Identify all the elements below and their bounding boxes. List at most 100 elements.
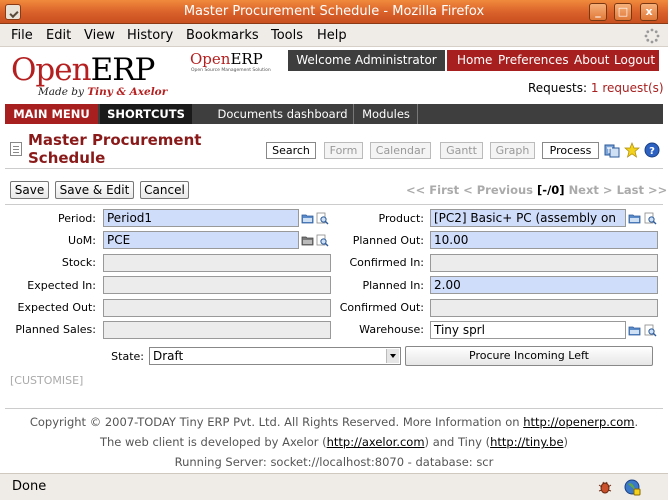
state-value: Draft xyxy=(153,349,184,363)
page-title: Master Procurement Schedule xyxy=(28,131,202,167)
requests-indicator: Requests: 1 request(s) xyxy=(528,81,664,95)
chevron-down-icon[interactable] xyxy=(386,349,399,363)
main-navbar: MAIN MENU SHORTCUTS Documents dashboard … xyxy=(5,104,663,124)
footer-server-info: Running Server: socket://localhost:8070 … xyxy=(174,455,494,469)
browser-window: Master Procurement Schedule - Mozilla Fi… xyxy=(0,0,668,500)
product-open-folder-icon[interactable] xyxy=(628,212,641,225)
company-logo-subtitle: Open Source Management Solution xyxy=(191,68,271,73)
view-calendar-button[interactable]: Calendar xyxy=(370,142,431,159)
view-gantt-button[interactable]: Gantt xyxy=(440,142,483,159)
footer-developed-by: The web client is developed by Axelor (h… xyxy=(0,435,668,449)
made-by-prefix: Made by xyxy=(38,86,84,98)
logo-erp-text: ERP xyxy=(90,52,156,88)
product-field[interactable]: [PC2] Basic+ PC (assembly on xyxy=(430,209,626,227)
loading-throbber-icon xyxy=(644,28,660,44)
menu-bookmarks[interactable]: Bookmarks xyxy=(186,28,259,43)
company-logo: OpenERP xyxy=(190,50,263,68)
company-logo-erp: ERP xyxy=(230,50,263,68)
menu-view[interactable]: View xyxy=(84,28,115,43)
confirmed-out-label: Confirmed Out: xyxy=(339,301,424,314)
browser-menubar: File Edit View History Bookmarks Tools H… xyxy=(0,24,668,47)
save-button[interactable]: Save xyxy=(10,181,49,199)
developed-suffix: ) xyxy=(563,435,569,449)
nav-logout-link[interactable]: Logout xyxy=(614,50,655,70)
planned-in-field[interactable]: 2.00 xyxy=(430,276,658,294)
nav-preferences-link[interactable]: Preferences xyxy=(498,50,569,70)
cancel-button[interactable]: Cancel xyxy=(140,181,189,199)
translate-icon[interactable] xyxy=(604,142,620,158)
documents-dashboard-shortcut[interactable]: Documents dashboard xyxy=(212,104,354,124)
nav-home-link[interactable]: Home xyxy=(457,50,492,70)
warehouse-open-folder-icon[interactable] xyxy=(628,324,641,337)
menu-help[interactable]: Help xyxy=(317,28,347,43)
pager-counter: [-/0] xyxy=(537,183,565,197)
view-process-button[interactable]: Process xyxy=(542,142,599,159)
save-edit-button[interactable]: Save & Edit xyxy=(55,181,134,199)
welcome-text: Welcome Administrator xyxy=(288,50,445,71)
main-menu-tab[interactable]: MAIN MENU xyxy=(5,104,98,124)
title-separator xyxy=(5,168,663,169)
period-search-icon[interactable] xyxy=(316,212,329,225)
menu-tools[interactable]: Tools xyxy=(271,28,303,43)
company-logo-open: Open xyxy=(190,50,231,68)
expected-in-label: Expected In: xyxy=(27,279,96,292)
pager-next[interactable]: Next > xyxy=(569,183,613,197)
period-label: Period: xyxy=(57,212,96,225)
view-form-button[interactable]: Form xyxy=(324,142,363,159)
menu-file[interactable]: File xyxy=(11,28,33,43)
shortcuts-tab[interactable]: SHORTCUTS xyxy=(100,104,192,124)
product-search-icon[interactable] xyxy=(644,212,657,225)
planned-sales-field xyxy=(103,321,331,339)
warehouse-label: Warehouse: xyxy=(359,323,424,336)
uom-search-icon[interactable] xyxy=(316,234,329,247)
menu-history[interactable]: History xyxy=(127,28,173,43)
menu-edit[interactable]: Edit xyxy=(46,28,71,43)
maximize-button[interactable]: □ xyxy=(614,3,632,21)
nav-about-link[interactable]: About xyxy=(574,50,609,70)
minimize-button[interactable]: _ xyxy=(589,3,607,21)
procure-incoming-left-button[interactable]: Procure Incoming Left xyxy=(405,346,653,366)
actions-separator xyxy=(5,204,663,205)
window-title: Master Procurement Schedule - Mozilla Fi… xyxy=(183,4,485,19)
shortcut-star-icon[interactable] xyxy=(624,142,640,158)
openerp-logo[interactable]: OpenERP xyxy=(11,52,156,88)
requests-label: Requests: xyxy=(528,81,588,95)
expected-out-label: Expected Out: xyxy=(17,301,96,314)
uom-field[interactable]: PCE xyxy=(103,231,299,249)
confirmed-out-field xyxy=(430,299,658,317)
period-open-folder-icon[interactable] xyxy=(301,212,314,225)
status-text: Done xyxy=(12,479,47,494)
warehouse-search-icon[interactable] xyxy=(644,324,657,337)
customise-link[interactable]: [CUSTOMISE] xyxy=(10,374,83,387)
logo-open-text: Open xyxy=(11,52,92,88)
expected-in-field xyxy=(103,276,331,294)
bug-icon[interactable] xyxy=(597,479,613,495)
pager-previous[interactable]: < Previous xyxy=(463,183,533,197)
pager-first[interactable]: << First xyxy=(406,183,459,197)
close-button[interactable]: x xyxy=(640,3,658,21)
uom-label: UoM: xyxy=(68,234,96,247)
copyright-text: Copyright © 2007-TODAY Tiny ERP Pvt. Ltd… xyxy=(29,415,520,429)
planned-out-field[interactable]: 10.00 xyxy=(430,231,658,249)
period-field[interactable]: Period1 xyxy=(103,209,299,227)
axelor-link[interactable]: http://axelor.com xyxy=(327,435,425,449)
state-select[interactable]: Draft xyxy=(149,347,401,365)
help-icon[interactable]: ? xyxy=(644,142,660,158)
confirmed-in-field xyxy=(430,254,658,272)
warehouse-field[interactable]: Tiny sprl xyxy=(430,321,626,339)
planned-sales-label: Planned Sales: xyxy=(15,323,96,336)
view-search-button[interactable]: Search xyxy=(266,142,316,159)
window-titlebar[interactable]: Master Procurement Schedule - Mozilla Fi… xyxy=(0,0,668,24)
tiny-link[interactable]: http://tiny.be xyxy=(490,435,563,449)
modules-shortcut[interactable]: Modules xyxy=(355,104,418,124)
network-globe-icon[interactable] xyxy=(623,478,641,496)
uom-open-folder-icon[interactable] xyxy=(301,234,314,247)
product-label: Product: xyxy=(378,212,424,225)
planned-out-label: Planned Out: xyxy=(352,234,424,247)
developed-prefix: The web client is developed by Axelor ( xyxy=(99,435,327,449)
pager-last[interactable]: Last >> xyxy=(617,183,668,197)
requests-link[interactable]: 1 request(s) xyxy=(591,81,664,95)
view-graph-button[interactable]: Graph xyxy=(490,142,535,159)
openerp-link[interactable]: http://openerp.com xyxy=(523,415,634,429)
confirmed-in-label: Confirmed In: xyxy=(349,256,424,269)
